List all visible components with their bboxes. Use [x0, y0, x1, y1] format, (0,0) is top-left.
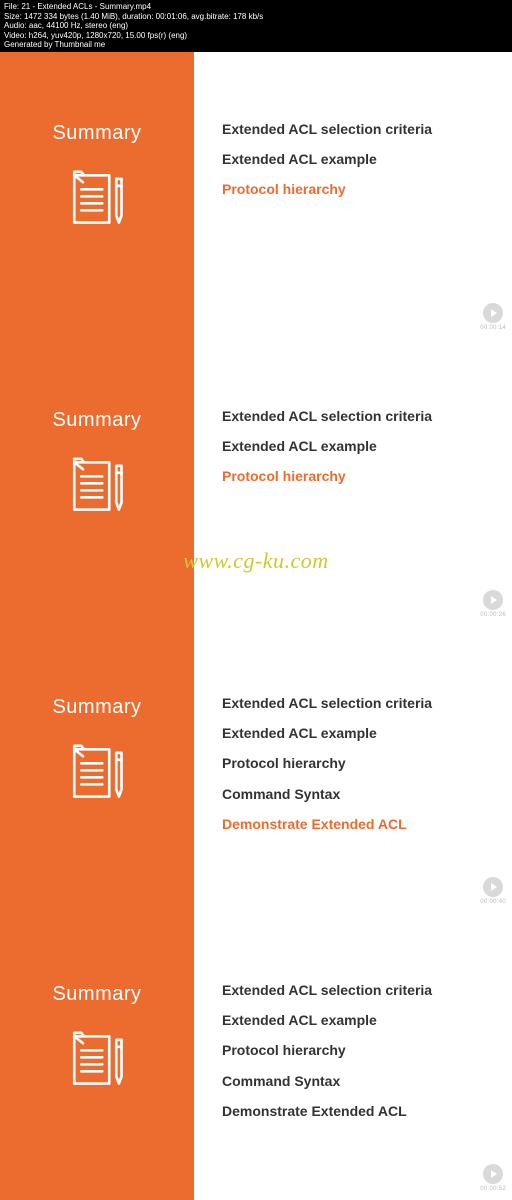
- play-triangle-icon: [491, 596, 497, 604]
- frames-grid: Summary Extended ACL selection criteriaE…: [0, 52, 512, 1200]
- notepad-pen-icon: [62, 737, 132, 807]
- content-line: Extended ACL example: [222, 1011, 492, 1029]
- meta-file: File: 21 - Extended ACLs - Summary.mp4: [4, 2, 508, 12]
- content-line: Extended ACL selection criteria: [222, 407, 492, 425]
- timestamp-text: 00:00:26: [480, 612, 506, 618]
- timestamp-badge[interactable]: 00:00:26: [480, 590, 506, 618]
- content-line: Extended ACL example: [222, 724, 492, 742]
- notepad-pen-icon: [62, 163, 132, 233]
- play-triangle-icon: [491, 883, 497, 891]
- slide-title: Summary: [52, 983, 141, 1006]
- slide-sidebar: Summary: [0, 339, 194, 626]
- meta-video: Video: h264, yuv420p, 1280x720, 15.00 fp…: [4, 31, 508, 41]
- meta-audio: Audio: aac, 44100 Hz, stereo (eng): [4, 21, 508, 31]
- meta-size: Size: 1472 334 bytes (1.40 MiB), duratio…: [4, 12, 508, 22]
- timestamp-badge[interactable]: 00:00:14: [480, 303, 506, 331]
- content-line: Protocol hierarchy: [222, 754, 492, 772]
- content-line: Protocol hierarchy: [222, 1041, 492, 1059]
- slide-sidebar: Summary: [0, 52, 194, 339]
- content-line: Command Syntax: [222, 1072, 492, 1090]
- notepad-icon-wrap: [62, 737, 132, 807]
- timestamp-text: 00:00:40: [480, 899, 506, 905]
- slide-content: Extended ACL selection criteria Extended …: [194, 52, 512, 339]
- video-frame: Summary Extended ACL selection criteriaE…: [0, 913, 512, 1200]
- timestamp-badge[interactable]: 00:00:52: [480, 1164, 506, 1192]
- content-line: Extended ACL example: [222, 150, 492, 168]
- content-line: Command Syntax: [222, 785, 492, 803]
- video-frame: Summary Extended ACL selection criteriaE…: [0, 52, 512, 339]
- content-line: Protocol hierarchy: [222, 180, 492, 198]
- notepad-pen-icon: [62, 1024, 132, 1094]
- notepad-icon-wrap: [62, 1024, 132, 1094]
- content-line: Extended ACL example: [222, 437, 492, 455]
- slide-content: Extended ACL selection criteria Extended …: [194, 626, 512, 913]
- slide-content: Extended ACL selection criteria Extended …: [194, 913, 512, 1200]
- content-line: Demonstrate Extended ACL: [222, 815, 492, 833]
- timestamp-text: 00:00:52: [480, 1186, 506, 1192]
- slide-sidebar: Summary: [0, 626, 194, 913]
- content-line: Protocol hierarchy: [222, 467, 492, 485]
- play-icon: [483, 303, 503, 323]
- metadata-header: File: 21 - Extended ACLs - Summary.mp4 S…: [0, 0, 512, 52]
- play-icon: [483, 877, 503, 897]
- content-line: Demonstrate Extended ACL: [222, 1102, 492, 1120]
- video-frame: Summary Extended ACL selection criteriaE…: [0, 339, 512, 626]
- notepad-icon-wrap: [62, 163, 132, 233]
- timestamp-badge[interactable]: 00:00:40: [480, 877, 506, 905]
- content-line: Extended ACL selection criteria: [222, 120, 492, 138]
- notepad-pen-icon: [62, 450, 132, 520]
- slide-content: Extended ACL selection criteria Extended …: [194, 339, 512, 626]
- slide-title: Summary: [52, 696, 141, 719]
- thumbnail-sheet: File: 21 - Extended ACLs - Summary.mp4 S…: [0, 0, 512, 1200]
- slide-sidebar: Summary: [0, 913, 194, 1200]
- content-line: Extended ACL selection criteria: [222, 981, 492, 999]
- play-icon: [483, 1164, 503, 1184]
- notepad-icon-wrap: [62, 450, 132, 520]
- play-triangle-icon: [491, 1170, 497, 1178]
- play-icon: [483, 590, 503, 610]
- content-line: Extended ACL selection criteria: [222, 694, 492, 712]
- video-frame: Summary Extended ACL selection criteriaE…: [0, 626, 512, 913]
- slide-title: Summary: [52, 409, 141, 432]
- meta-generated: Generated by Thumbnail me: [4, 40, 508, 50]
- play-triangle-icon: [491, 309, 497, 317]
- slide-title: Summary: [52, 122, 141, 145]
- timestamp-text: 00:00:14: [480, 325, 506, 331]
